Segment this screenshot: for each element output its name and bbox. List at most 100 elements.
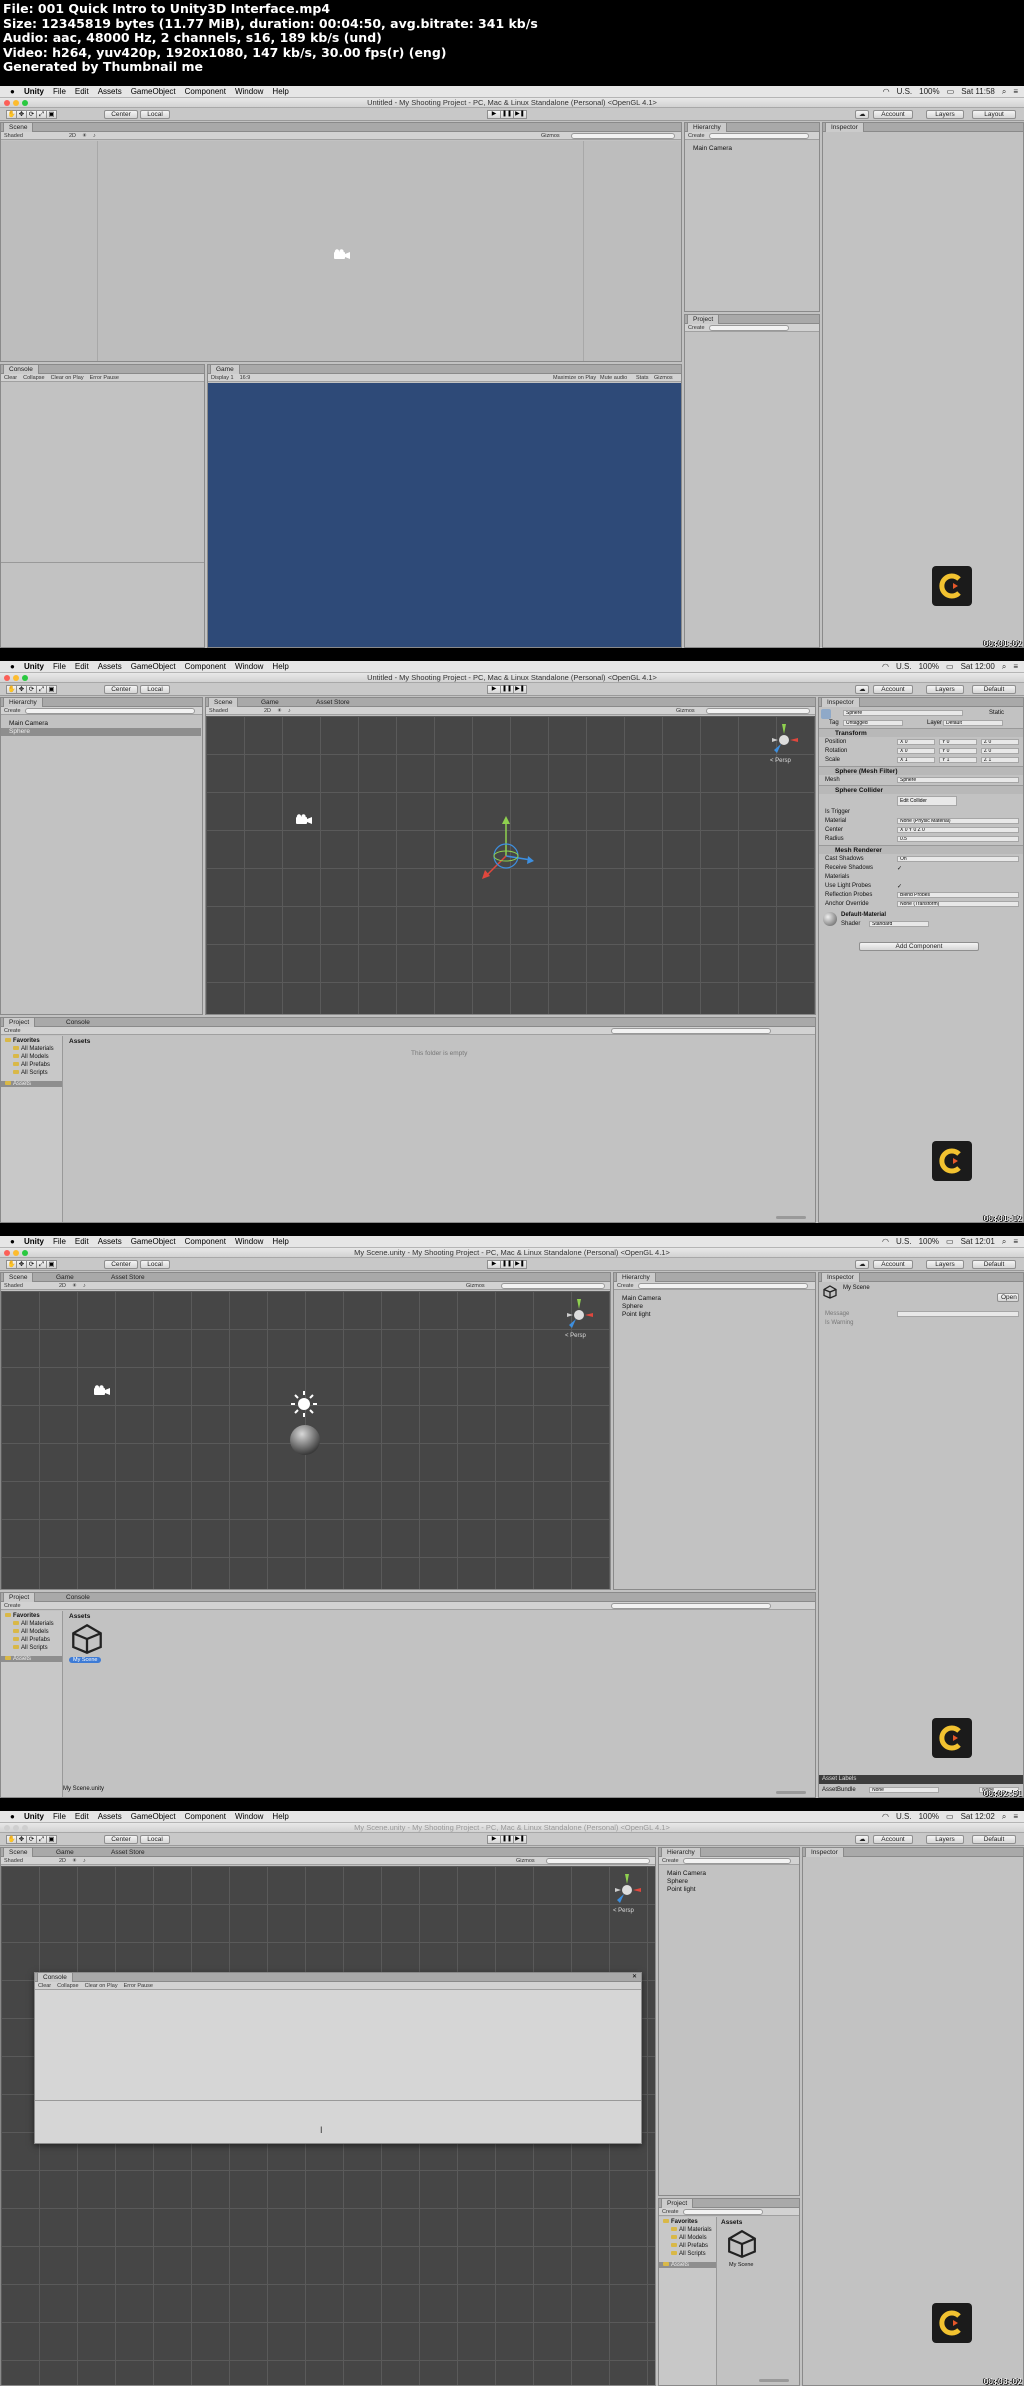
tab-game[interactable]: Game [256,698,284,707]
menu-unity[interactable]: Unity [24,86,44,98]
tab-asset-store[interactable]: Asset Store [106,1273,150,1282]
assets-breadcrumb[interactable]: Assets [721,2219,742,2226]
tab-project[interactable]: Project [661,2199,694,2208]
assets-folder[interactable]: Assets [1,1656,62,1662]
game-viewport[interactable] [208,383,681,647]
pivot-center-button[interactable]: Center [104,1835,138,1844]
input-source[interactable]: U.S. [896,661,912,673]
close-window-icon[interactable] [4,675,10,681]
apple-icon[interactable]: ● [10,661,15,673]
display-dropdown[interactable]: Display 1 [211,375,234,381]
clock[interactable]: Sat 11:58 [961,86,995,98]
tab-scene[interactable]: Scene [3,1848,34,1857]
layout-dropdown[interactable]: Default [972,1260,1016,1269]
cloud-icon[interactable]: ☁ [855,685,869,694]
camera-gizmo-icon[interactable] [295,814,313,826]
pivot-center-button[interactable]: Center [104,1260,138,1269]
asset-item[interactable]: My Scene [729,2262,753,2268]
2d-toggle[interactable]: 2D [264,708,271,714]
scene-viewport[interactable]: < Persp [1,1291,610,1589]
project-create-dropdown[interactable]: Create [688,325,705,331]
menu-window[interactable]: Window [235,1811,263,1823]
minimize-window-icon[interactable] [13,100,19,106]
light-gizmo-icon[interactable] [291,1391,317,1417]
rotation-x-field[interactable]: X 0 [897,748,935,754]
wifi-icon[interactable]: ◠ [882,661,889,673]
scene-search-input[interactable] [571,133,675,139]
scene-viewport[interactable]: < Persp [206,716,815,1014]
open-button[interactable]: Open [997,1293,1019,1302]
object-name-field[interactable]: Sphere [843,710,963,716]
hierarchy-item[interactable]: Main Camera [693,145,732,152]
close-console-icon[interactable]: ✕ [632,1973,637,1982]
hierarchy-item[interactable]: Point light [667,1886,696,1893]
favorite-item[interactable]: All Prefabs [13,1062,50,1068]
account-dropdown[interactable]: Account [873,110,913,119]
assets-breadcrumb[interactable]: Assets [69,1613,90,1620]
hierarchy-item[interactable]: Point light [622,1311,651,1318]
layers-dropdown[interactable]: Layers [926,1260,964,1269]
menu-assets[interactable]: Assets [98,661,122,673]
play-button[interactable]: ▶ [487,1835,501,1844]
scale-y-field[interactable]: Y 1 [939,757,977,763]
shader-dropdown[interactable]: Standard [869,921,929,927]
persp-label[interactable]: < Persp [565,1333,587,1339]
layer-dropdown[interactable]: Default [943,720,1003,726]
lighting-toggle-icon[interactable]: ☀ [82,133,87,139]
maximize-on-play-toggle[interactable]: Maximize on Play [553,374,596,382]
zoom-window-icon[interactable] [22,1825,28,1831]
menu-assets[interactable]: Assets [98,1236,122,1248]
account-dropdown[interactable]: Account [873,685,913,694]
console-clear-button[interactable]: Clear [38,1983,51,1989]
rect-tool-icon[interactable]: ▣ [46,1260,57,1269]
menu-assets[interactable]: Assets [98,86,122,98]
transform-header[interactable]: Transform [819,728,1023,737]
pivot-local-button[interactable]: Local [140,685,170,694]
hierarchy-item[interactable]: Sphere [622,1303,643,1310]
gizmos-dropdown[interactable]: Gizmos [466,1282,485,1290]
console-clear-on-play-button[interactable]: Clear on Play [85,1983,118,1989]
console-collapse-button[interactable]: Collapse [23,375,44,381]
tag-dropdown[interactable]: Untagged [843,720,903,726]
lighting-toggle-icon[interactable]: ☀ [72,1858,77,1864]
tab-project[interactable]: Project [3,1018,36,1027]
mesh-renderer-header[interactable]: Mesh Renderer [819,845,1023,854]
hierarchy-search-input[interactable] [25,708,195,714]
zoom-window-icon[interactable] [22,100,28,106]
search-icon[interactable]: ⌕ [1002,86,1006,98]
console-collapse-button[interactable]: Collapse [57,1983,78,1989]
menu-file[interactable]: File [53,86,66,98]
receive-shadows-checkbox[interactable]: ✓ [897,865,902,872]
project-create-dropdown[interactable]: Create [4,1603,21,1609]
hierarchy-item-selected[interactable]: Sphere [1,728,201,736]
console-error-pause-button[interactable]: Error Pause [90,375,119,381]
rotation-y-field[interactable]: Y 0 [939,748,977,754]
hierarchy-item[interactable]: Main Camera [622,1295,661,1302]
menu-help[interactable]: Help [272,1811,288,1823]
rotation-z-field[interactable]: Z 0 [981,748,1019,754]
shading-dropdown[interactable]: Shaded [4,1858,23,1864]
tab-game[interactable]: Game [51,1273,79,1282]
icon-size-slider[interactable] [759,2379,789,2382]
audio-toggle-icon[interactable]: ♪ [288,708,291,714]
tab-asset-store[interactable]: Asset Store [311,698,355,707]
camera-gizmo-icon[interactable] [93,1385,111,1397]
tab-scene[interactable]: Scene [3,1273,34,1282]
scene-orientation-gizmo[interactable]: < Persp [766,720,806,764]
layers-dropdown[interactable]: Layers [926,110,964,119]
close-window-icon[interactable] [4,100,10,106]
favorite-item[interactable]: All Models [671,2235,707,2241]
project-create-dropdown[interactable]: Create [662,2209,679,2215]
tab-scene[interactable]: Scene [208,698,239,707]
tab-game[interactable]: Game [210,365,240,374]
tab-console[interactable]: Console [61,1018,95,1027]
tab-console[interactable]: Console [37,1973,73,1982]
shading-dropdown[interactable]: Shaded [4,133,23,139]
audio-toggle-icon[interactable]: ♪ [93,133,96,139]
assets-breadcrumb[interactable]: Assets [69,1038,90,1045]
reflection-probes-dropdown[interactable]: Blend Probes [897,892,1019,898]
layers-dropdown[interactable]: Layers [926,1835,964,1844]
menu-unity[interactable]: Unity [24,1811,44,1823]
menu-assets[interactable]: Assets [98,1811,122,1823]
menu-list-icon[interactable]: ≡ [1013,661,1018,673]
